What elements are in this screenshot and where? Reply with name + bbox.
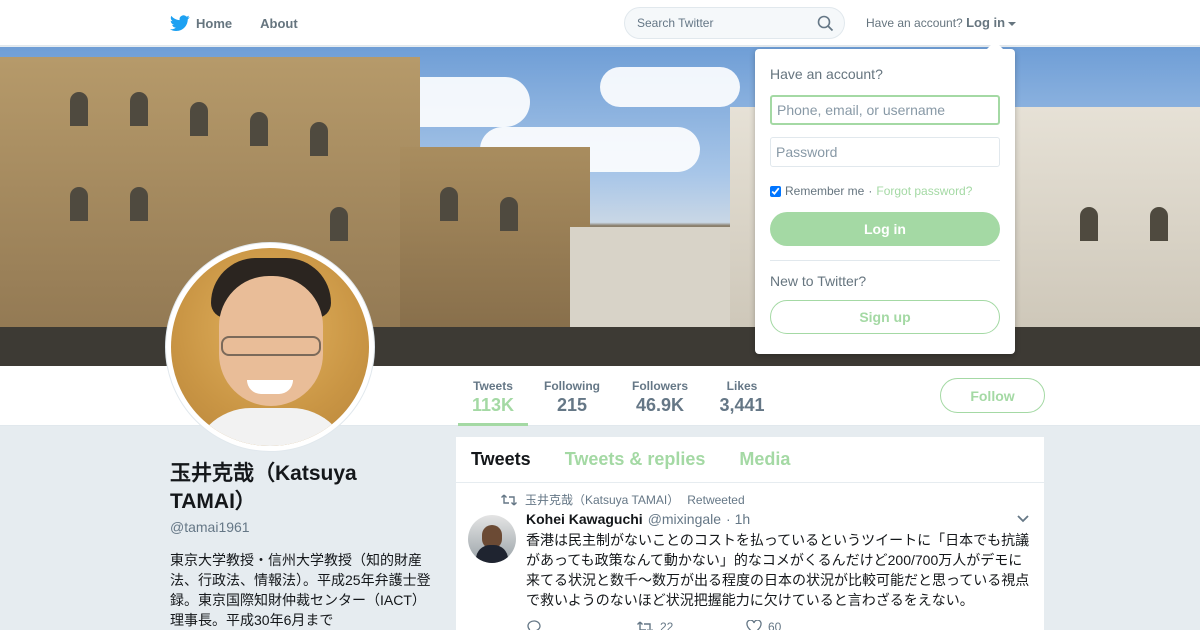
forgot-password-link[interactable]: Forgot password? bbox=[876, 184, 972, 198]
banner-window bbox=[1150, 207, 1168, 241]
new-to-twitter-label: New to Twitter? bbox=[770, 273, 867, 289]
login-dropdown-title: Have an account? bbox=[770, 66, 883, 82]
twitter-bird-icon bbox=[170, 14, 190, 31]
reply-icon bbox=[527, 620, 541, 630]
follow-button[interactable]: Follow bbox=[940, 378, 1045, 413]
profile-handle[interactable]: @tamai1961 bbox=[170, 519, 435, 535]
stat-likes[interactable]: Likes 3,441 bbox=[712, 366, 772, 426]
banner-window bbox=[1080, 207, 1098, 241]
profile-bio: 東京大学教授・信州大学教授（知的財産法、行政法、情報法）。平成25年弁護士登録。… bbox=[170, 552, 431, 628]
nav-home[interactable]: Home bbox=[170, 14, 233, 32]
tab-media[interactable]: Media bbox=[739, 449, 790, 470]
banner-window bbox=[500, 197, 518, 231]
timeline: Tweets Tweets & replies Media 玉井克哉（Katsu… bbox=[456, 437, 1044, 630]
nav-about-label: About bbox=[260, 15, 298, 31]
tweet-header: Kohei Kawaguchi @mixingale · 1h bbox=[526, 511, 750, 527]
search-box bbox=[624, 7, 845, 39]
stat-label: Likes bbox=[726, 379, 758, 393]
timeline-tabs: Tweets Tweets & replies Media bbox=[456, 437, 1044, 483]
tweet-author-handle[interactable]: @mixingale bbox=[648, 511, 721, 527]
retweet-icon bbox=[501, 494, 517, 505]
username-field[interactable] bbox=[770, 95, 1000, 125]
tab-tweets[interactable]: Tweets bbox=[471, 449, 531, 470]
retweet-action[interactable]: 22 bbox=[636, 620, 706, 630]
top-nav: Home About Have an account? Log in bbox=[0, 0, 1200, 46]
login-toggle[interactable]: Log in bbox=[966, 15, 1005, 30]
banner-window bbox=[440, 187, 458, 221]
profile-name[interactable]: 玉井克哉（Katsuya TAMAI） bbox=[170, 460, 435, 516]
account-menu: Have an account? Log in bbox=[866, 15, 1017, 30]
separator-dot: · bbox=[868, 184, 873, 198]
retweet-count: 22 bbox=[660, 620, 674, 630]
retweeted-by[interactable]: 玉井克哉（Katsuya TAMAI） bbox=[525, 491, 679, 508]
stat-label: Followers bbox=[631, 379, 688, 393]
retweet-icon bbox=[637, 621, 653, 630]
signup-button[interactable]: Sign up bbox=[770, 300, 1000, 334]
heart-icon bbox=[746, 620, 762, 630]
banner-window bbox=[130, 187, 148, 221]
retweet-context: 玉井克哉（Katsuya TAMAI） Retweeted bbox=[501, 491, 745, 508]
tweet-text: 香港は民主制がないことのコストを払っているというツイートに「日本でも抗議があって… bbox=[526, 532, 1030, 608]
banner-window bbox=[70, 92, 88, 126]
stat-label: Tweets bbox=[473, 379, 513, 393]
divider bbox=[770, 260, 1000, 261]
profile-card: 玉井克哉（Katsuya TAMAI） @tamai1961 東京大学教授・信州… bbox=[170, 460, 435, 630]
search-input[interactable] bbox=[625, 8, 805, 38]
stat-value: 113K bbox=[471, 395, 515, 415]
caret-down-icon[interactable] bbox=[1008, 21, 1017, 26]
like-action[interactable]: 60 bbox=[746, 620, 816, 630]
stat-value: 215 bbox=[556, 395, 588, 415]
banner-window bbox=[190, 102, 208, 136]
banner-window bbox=[310, 122, 328, 156]
banner-window bbox=[130, 92, 148, 126]
remember-row: Remember me · Forgot password? bbox=[770, 184, 972, 198]
nav-home-label: Home bbox=[196, 15, 233, 31]
login-dropdown: Have an account? Remember me · Forgot pa… bbox=[755, 41, 1015, 354]
tweet-time[interactable]: · 1h bbox=[726, 511, 750, 527]
avatar-body bbox=[476, 545, 508, 563]
nav-about[interactable]: About bbox=[260, 16, 298, 31]
login-button[interactable]: Log in bbox=[770, 212, 1000, 246]
tweet-author-name[interactable]: Kohei Kawaguchi bbox=[526, 511, 643, 527]
chevron-down-icon[interactable] bbox=[1016, 514, 1030, 524]
like-count: 60 bbox=[768, 620, 782, 630]
remember-label[interactable]: Remember me bbox=[785, 184, 864, 198]
account-prompt: Have an account? bbox=[866, 16, 963, 30]
search-icon[interactable] bbox=[817, 15, 834, 32]
reply-action[interactable] bbox=[526, 620, 596, 630]
tweet-actions: 22 60 bbox=[526, 620, 816, 630]
password-field[interactable] bbox=[770, 137, 1000, 167]
banner-window bbox=[250, 112, 268, 146]
remember-checkbox[interactable] bbox=[770, 185, 781, 197]
profile-avatar[interactable] bbox=[166, 243, 374, 451]
tab-tweets-and-replies[interactable]: Tweets & replies bbox=[565, 449, 706, 470]
nav-left: Home About bbox=[170, 0, 298, 46]
avatar-glasses bbox=[221, 336, 321, 356]
stat-value: 46.9K bbox=[635, 395, 685, 415]
stat-label: Following bbox=[544, 379, 600, 393]
stat-following[interactable]: Following 215 bbox=[538, 366, 606, 426]
banner-window bbox=[70, 187, 88, 221]
tweet-author-avatar[interactable] bbox=[468, 515, 516, 563]
retweeted-label: Retweeted bbox=[687, 492, 745, 507]
banner-cloud bbox=[600, 67, 740, 107]
stat-value: 3,441 bbox=[719, 395, 765, 415]
banner-window bbox=[330, 207, 348, 241]
stat-tweets[interactable]: Tweets 113K bbox=[458, 366, 528, 426]
stat-followers[interactable]: Followers 46.9K bbox=[624, 366, 696, 426]
avatar-mouth bbox=[247, 380, 293, 394]
